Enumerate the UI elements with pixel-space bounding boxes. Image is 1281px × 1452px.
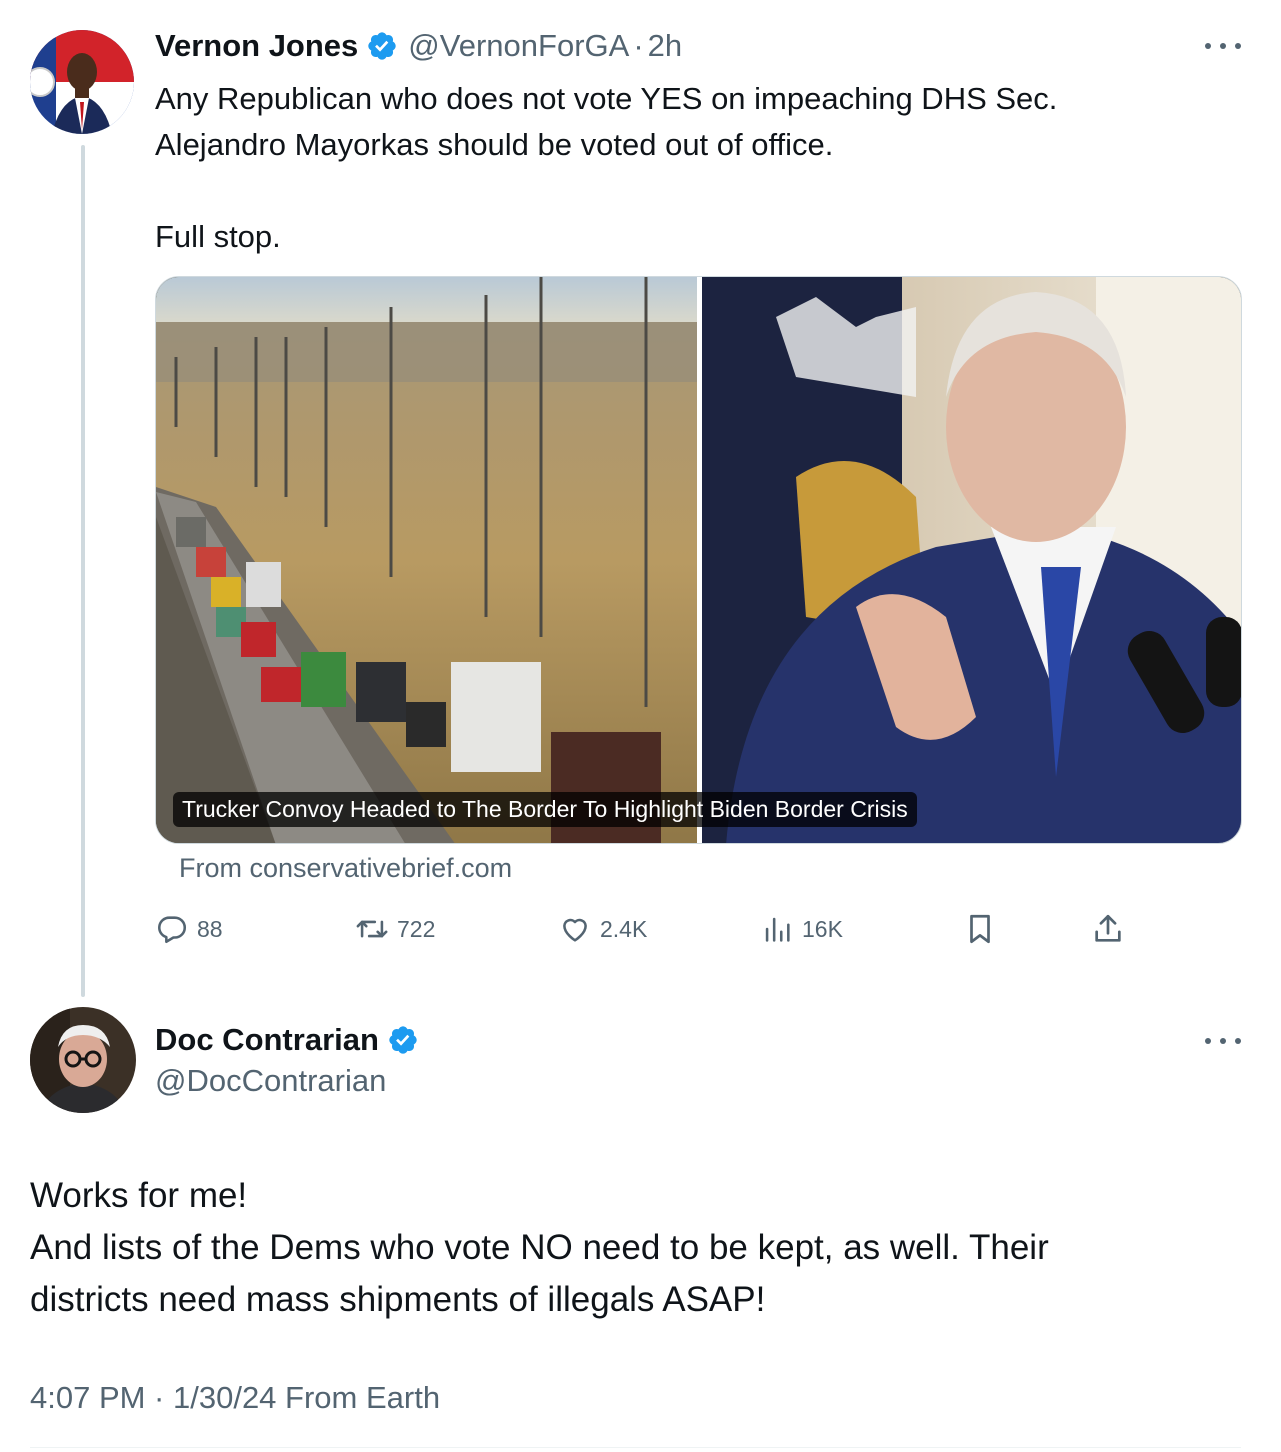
reply-author-name[interactable]: Doc Contrarian [155,1022,379,1058]
reply-text-line: districts need mass shipments of illegal… [30,1280,766,1319]
like-icon [563,918,587,942]
vernon-jones-avatar[interactable] [30,30,134,134]
verified-badge-icon [368,32,396,60]
repost-icon [356,920,388,938]
reply-timestamp[interactable]: 4:07 PM · 1/30/24 From Earth [30,1380,440,1416]
doc-contrarian-avatar[interactable] [30,1007,136,1113]
views-count: 16K [802,915,843,942]
share-button[interactable] [1091,907,1133,951]
reply-text-line: Works for me! [30,1176,248,1215]
thread-connector-line [81,145,85,997]
reply-author-handle[interactable]: @DocContrarian [155,1063,429,1099]
link-card-image[interactable]: Trucker Convoy Headed to The Border To H… [155,276,1242,844]
reply-count: 88 [197,915,223,942]
tweet-text-line: Full stop. [155,219,281,254]
divider [30,1447,1241,1448]
tweet-time[interactable]: 2h [648,28,682,64]
more-icon[interactable] [1205,1035,1241,1047]
tweet-text-line: Any Republican who does not vote YES on … [155,81,1058,116]
reply-header: Doc Contrarian @DocContrarian [155,1018,429,1099]
author-handle[interactable]: @VernonForGA [408,28,629,64]
reply-text: Works for me! And lists of the Dems who … [30,1170,1250,1326]
bookmark-icon [970,914,990,944]
reply-text-line: And lists of the Dems who vote NO need t… [30,1228,1049,1267]
author-name[interactable]: Vernon Jones [155,28,358,64]
repost-count: 722 [397,915,436,942]
bookmark-button[interactable] [963,907,1005,951]
verified-badge-icon [389,1026,417,1054]
views-button[interactable]: 16K [760,907,843,951]
tweet-action-bar: 88 722 2.4K 16K [155,907,1245,951]
reply-icon [158,916,187,944]
link-card-source[interactable]: From conservativebrief.com [179,853,512,884]
repost-button[interactable]: 722 [355,907,435,951]
more-icon[interactable] [1205,40,1241,52]
like-count: 2.4K [600,915,648,942]
reply-button[interactable]: 88 [155,907,223,951]
views-icon [765,917,790,942]
dot-separator: · [633,28,644,63]
tweet-text: Any Republican who does not vote YES on … [155,76,1235,260]
like-button[interactable]: 2.4K [558,907,647,951]
tweet-header: Vernon Jones @VernonForGA · 2h [155,26,682,66]
link-card-caption: Trucker Convoy Headed to The Border To H… [173,792,917,827]
share-icon [1095,914,1121,942]
tweet-text-line [155,168,1235,214]
tweet-text-line: Alejandro Mayorkas should be voted out o… [155,127,834,162]
